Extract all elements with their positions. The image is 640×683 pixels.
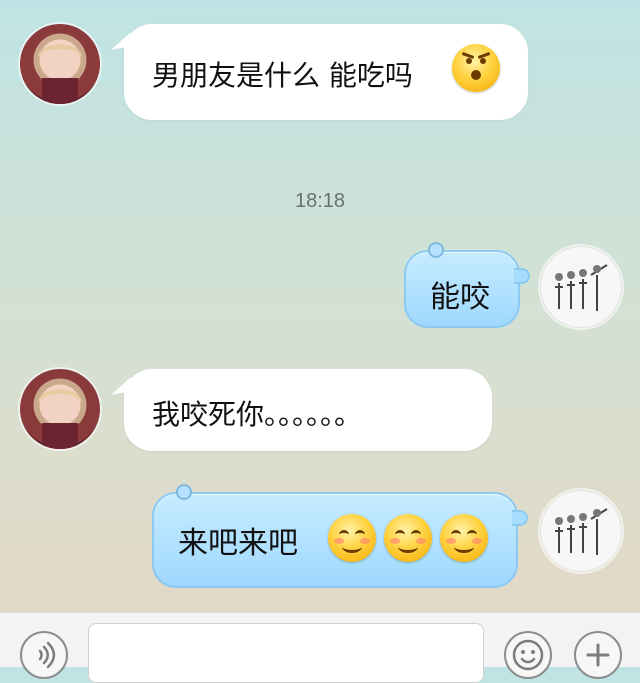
message-bubble-right: 来吧来吧 xyxy=(152,484,528,588)
self-avatar-drawing xyxy=(555,264,608,311)
emoji-button[interactable] xyxy=(504,631,552,679)
emoji-icon xyxy=(512,639,544,671)
message-bubble-right: 能咬 xyxy=(404,242,530,328)
self-avatar-drawing xyxy=(555,508,608,555)
plus-button[interactable] xyxy=(574,631,622,679)
time-separator: 18:18 xyxy=(294,190,346,212)
self-avatar[interactable] xyxy=(540,490,622,572)
voice-icon xyxy=(38,641,56,669)
self-avatar[interactable] xyxy=(540,246,622,328)
message-text: 我咬死你。。。。。。 xyxy=(152,398,363,431)
smile-emoji-icon xyxy=(328,514,376,562)
smile-emoji-icon xyxy=(440,514,488,562)
message-bubble-left: 我咬死你。。。。。。 xyxy=(124,369,492,451)
friend-avatar-portrait xyxy=(38,389,82,449)
shocked-emoji-icon xyxy=(452,44,500,92)
bubble-decoration-dot xyxy=(428,242,444,258)
friend-avatar-portrait xyxy=(38,44,82,104)
smile-emoji-icon xyxy=(384,514,432,562)
message-bubble-left: 男朋友是什么 能吃吗 xyxy=(124,24,528,120)
message-text: 能咬 xyxy=(430,280,490,315)
friend-avatar[interactable] xyxy=(20,24,100,104)
friend-avatar[interactable] xyxy=(20,369,100,449)
bubble-decoration-dot xyxy=(176,484,192,500)
voice-button[interactable] xyxy=(20,631,68,679)
input-toolbar xyxy=(0,612,640,683)
plus-icon xyxy=(586,643,610,667)
message-text: 男朋友是什么 能吃吗 xyxy=(152,59,413,92)
message-input[interactable] xyxy=(88,623,484,683)
message-text: 来吧来吧 xyxy=(178,526,298,561)
